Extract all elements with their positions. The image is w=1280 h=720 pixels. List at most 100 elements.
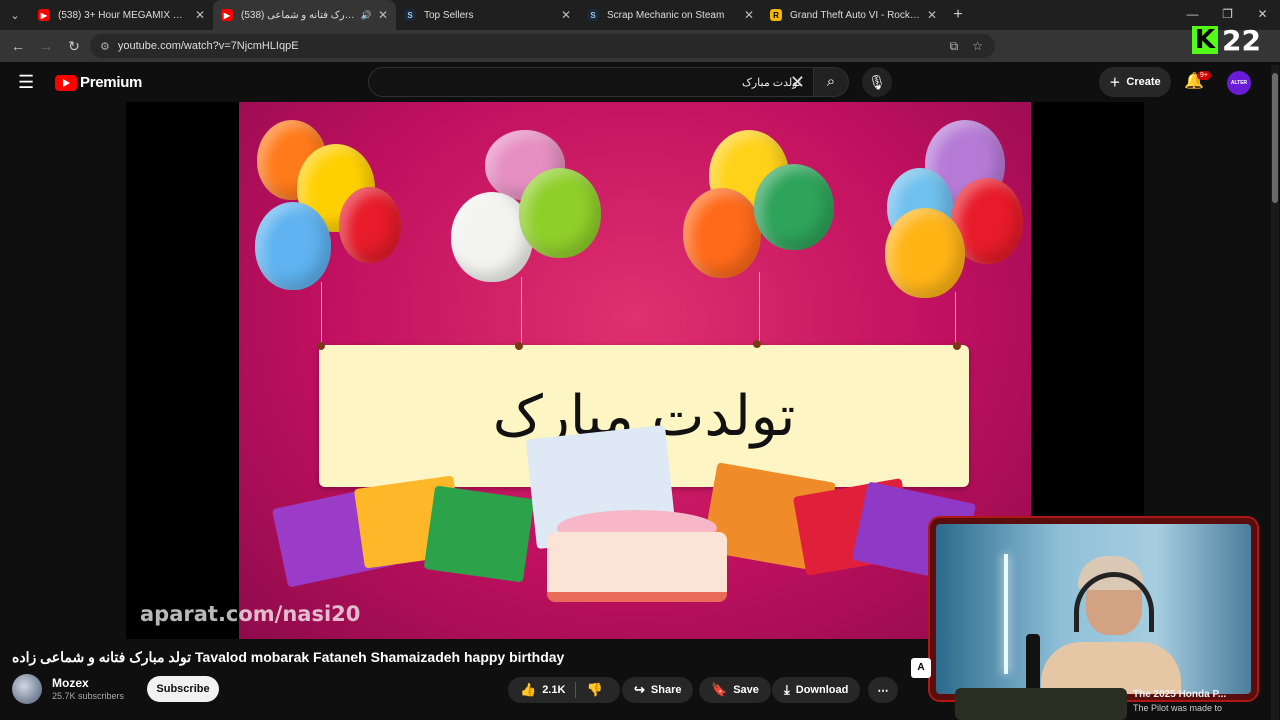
kick-counter: 22 [1222, 23, 1261, 57]
site-info-icon[interactable]: ⚙ [100, 40, 110, 53]
steam-icon: S [404, 9, 416, 21]
banner-pin [953, 342, 961, 350]
banner-pin [753, 340, 761, 348]
balloon [255, 202, 331, 290]
balloon [339, 187, 401, 263]
sidebar-ad-description: The Pilot was made to [1133, 703, 1223, 713]
channel-name[interactable]: Mozex [52, 676, 89, 690]
gift-box [423, 485, 535, 583]
youtube-header: ☰ Premium تولدت مبارک ✕ ⌕ 🎙 ＋ Create 🔔 9… [0, 62, 1280, 102]
reload-icon[interactable]: ↻ [60, 38, 88, 55]
bookmark-icon: 🔖 [711, 682, 728, 697]
voice-search-button[interactable]: 🎙 [862, 67, 892, 97]
tab-title: (538) 3+ Hour MEGAMIX 💛 80s [58, 9, 189, 21]
address-toolbar: ← → ↻ ⚙ youtube.com/watch?v=7NjcmHLIqpE … [0, 30, 1280, 83]
close-icon[interactable]: ✕ [744, 8, 754, 22]
neon-light [1004, 554, 1008, 674]
tab-title: (538) تولد مبارک فتانه و شماعی [241, 9, 357, 21]
balloon [885, 208, 965, 298]
sidebar-ad-thumbnail[interactable] [955, 688, 1127, 720]
tab-gta[interactable]: R Grand Theft Auto VI - Rockstar Ga ✕ [762, 0, 945, 30]
forward-icon[interactable]: → [32, 38, 60, 54]
close-icon[interactable]: ✕ [195, 8, 205, 22]
video-watermark: aparat.com/nasi20 [140, 602, 361, 626]
download-arrow-icon: ⤓ [784, 682, 790, 697]
install-app-icon[interactable]: ⧉ [950, 39, 959, 54]
url-text: youtube.com/watch?v=7NjcmHLIqpE [117, 40, 299, 52]
create-button[interactable]: ＋ Create [1099, 67, 1171, 97]
bookmark-star-icon[interactable]: ☆ [972, 39, 983, 53]
rockstar-icon: R [770, 9, 782, 21]
share-label: Share [650, 684, 682, 696]
tab-top-sellers[interactable]: S Top Sellers ✕ [396, 0, 579, 30]
kick-logo-icon: K [1192, 26, 1218, 54]
tab-title: Top Sellers [424, 9, 474, 21]
tab-birthday[interactable]: ▶ (538) تولد مبارک فتانه و شماعی 🔊 ✕ [213, 0, 396, 30]
youtube-play-icon [55, 74, 77, 91]
close-icon[interactable]: ✕ [378, 8, 388, 22]
balloon [754, 164, 834, 250]
microphone [1026, 634, 1040, 694]
balloon [519, 168, 601, 258]
search-icon: ⌕ [826, 73, 836, 90]
balloon [683, 188, 761, 278]
share-button[interactable]: ↪ Share [622, 677, 694, 703]
like-count[interactable]: 2.1K [542, 684, 565, 696]
tab-megamix[interactable]: ▶ (538) 3+ Hour MEGAMIX 💛 80s ✕ [30, 0, 213, 30]
download-label: Download [795, 684, 849, 696]
tab-search-icon[interactable]: ⌄ [0, 0, 30, 30]
close-icon[interactable]: ✕ [927, 8, 937, 22]
browser-tab-bar: ⌄ ▶ (538) 3+ Hour MEGAMIX 💛 80s ✕ ▶ (538… [0, 0, 1280, 30]
plus-icon: ＋ [1109, 77, 1121, 89]
like-dislike-group: 👍 2.1K 👎 [508, 677, 620, 703]
subscriber-count: 25.7K subscribers [52, 691, 125, 701]
back-icon[interactable]: ← [4, 38, 32, 54]
birthday-cake [547, 532, 727, 602]
balloon-string [321, 282, 322, 347]
sidebar-ad-title[interactable]: The 2025 Honda P... [1133, 689, 1226, 700]
webcam-overlay [930, 518, 1257, 700]
new-tab-icon[interactable]: + [945, 6, 971, 24]
balloon-string [521, 277, 522, 347]
banner-pin [317, 342, 325, 350]
logo-text: Premium [80, 74, 143, 91]
page-scrollbar[interactable] [1271, 65, 1279, 720]
divider [575, 682, 577, 698]
menu-icon[interactable]: ☰ [18, 73, 36, 91]
video-title: تولد مبارک فتانه و شماعی زاده Tavalod mo… [12, 649, 565, 665]
search-input[interactable]: تولدت مبارک ✕ [368, 67, 813, 97]
kick-overlay: K 22 [1192, 23, 1272, 57]
more-actions-button[interactable]: ⋯ [868, 677, 898, 703]
balloon-string [955, 292, 956, 347]
share-icon: ↪ [634, 682, 645, 697]
avatar[interactable]: ALTER [1227, 71, 1251, 95]
steam-icon: S [587, 9, 599, 21]
download-button[interactable]: ⤓ Download [772, 677, 861, 703]
channel-avatar[interactable] [12, 674, 42, 704]
close-icon[interactable]: ✕ [561, 8, 571, 22]
tab-title: Grand Theft Auto VI - Rockstar Ga [790, 9, 921, 21]
speaker-icon[interactable]: 🔊 [361, 10, 372, 21]
video-frame[interactable]: تولدت مبارک [239, 102, 1031, 639]
subscribe-button[interactable]: Subscribe [147, 676, 219, 702]
youtube-logo[interactable]: Premium [55, 74, 142, 91]
notification-badge: 9+ [1197, 71, 1211, 80]
more-icon: ⋯ [877, 684, 889, 697]
scrollbar-thumb[interactable] [1272, 73, 1278, 203]
thumbs-down-icon[interactable]: 👎 [586, 682, 602, 698]
save-button[interactable]: 🔖 Save [699, 677, 771, 703]
tab-title: Scrap Mechanic on Steam [607, 9, 725, 21]
save-label: Save [733, 684, 759, 696]
sidebar-chip[interactable]: A [911, 658, 931, 678]
mic-icon: 🎙 [868, 74, 886, 90]
search-button[interactable]: ⌕ [813, 67, 849, 97]
create-label: Create [1126, 76, 1161, 88]
banner-pin [515, 342, 523, 350]
url-bar[interactable]: ⚙ youtube.com/watch?v=7NjcmHLIqpE ⧉ ☆ [90, 34, 995, 58]
youtube-icon: ▶ [38, 9, 50, 21]
tab-scrap-mechanic[interactable]: S Scrap Mechanic on Steam ✕ [579, 0, 762, 30]
thumbs-up-icon[interactable]: 👍 [520, 682, 536, 698]
clear-search-icon[interactable]: ✕ [790, 72, 805, 93]
youtube-icon: ▶ [221, 9, 233, 21]
balloon-string [759, 272, 760, 347]
